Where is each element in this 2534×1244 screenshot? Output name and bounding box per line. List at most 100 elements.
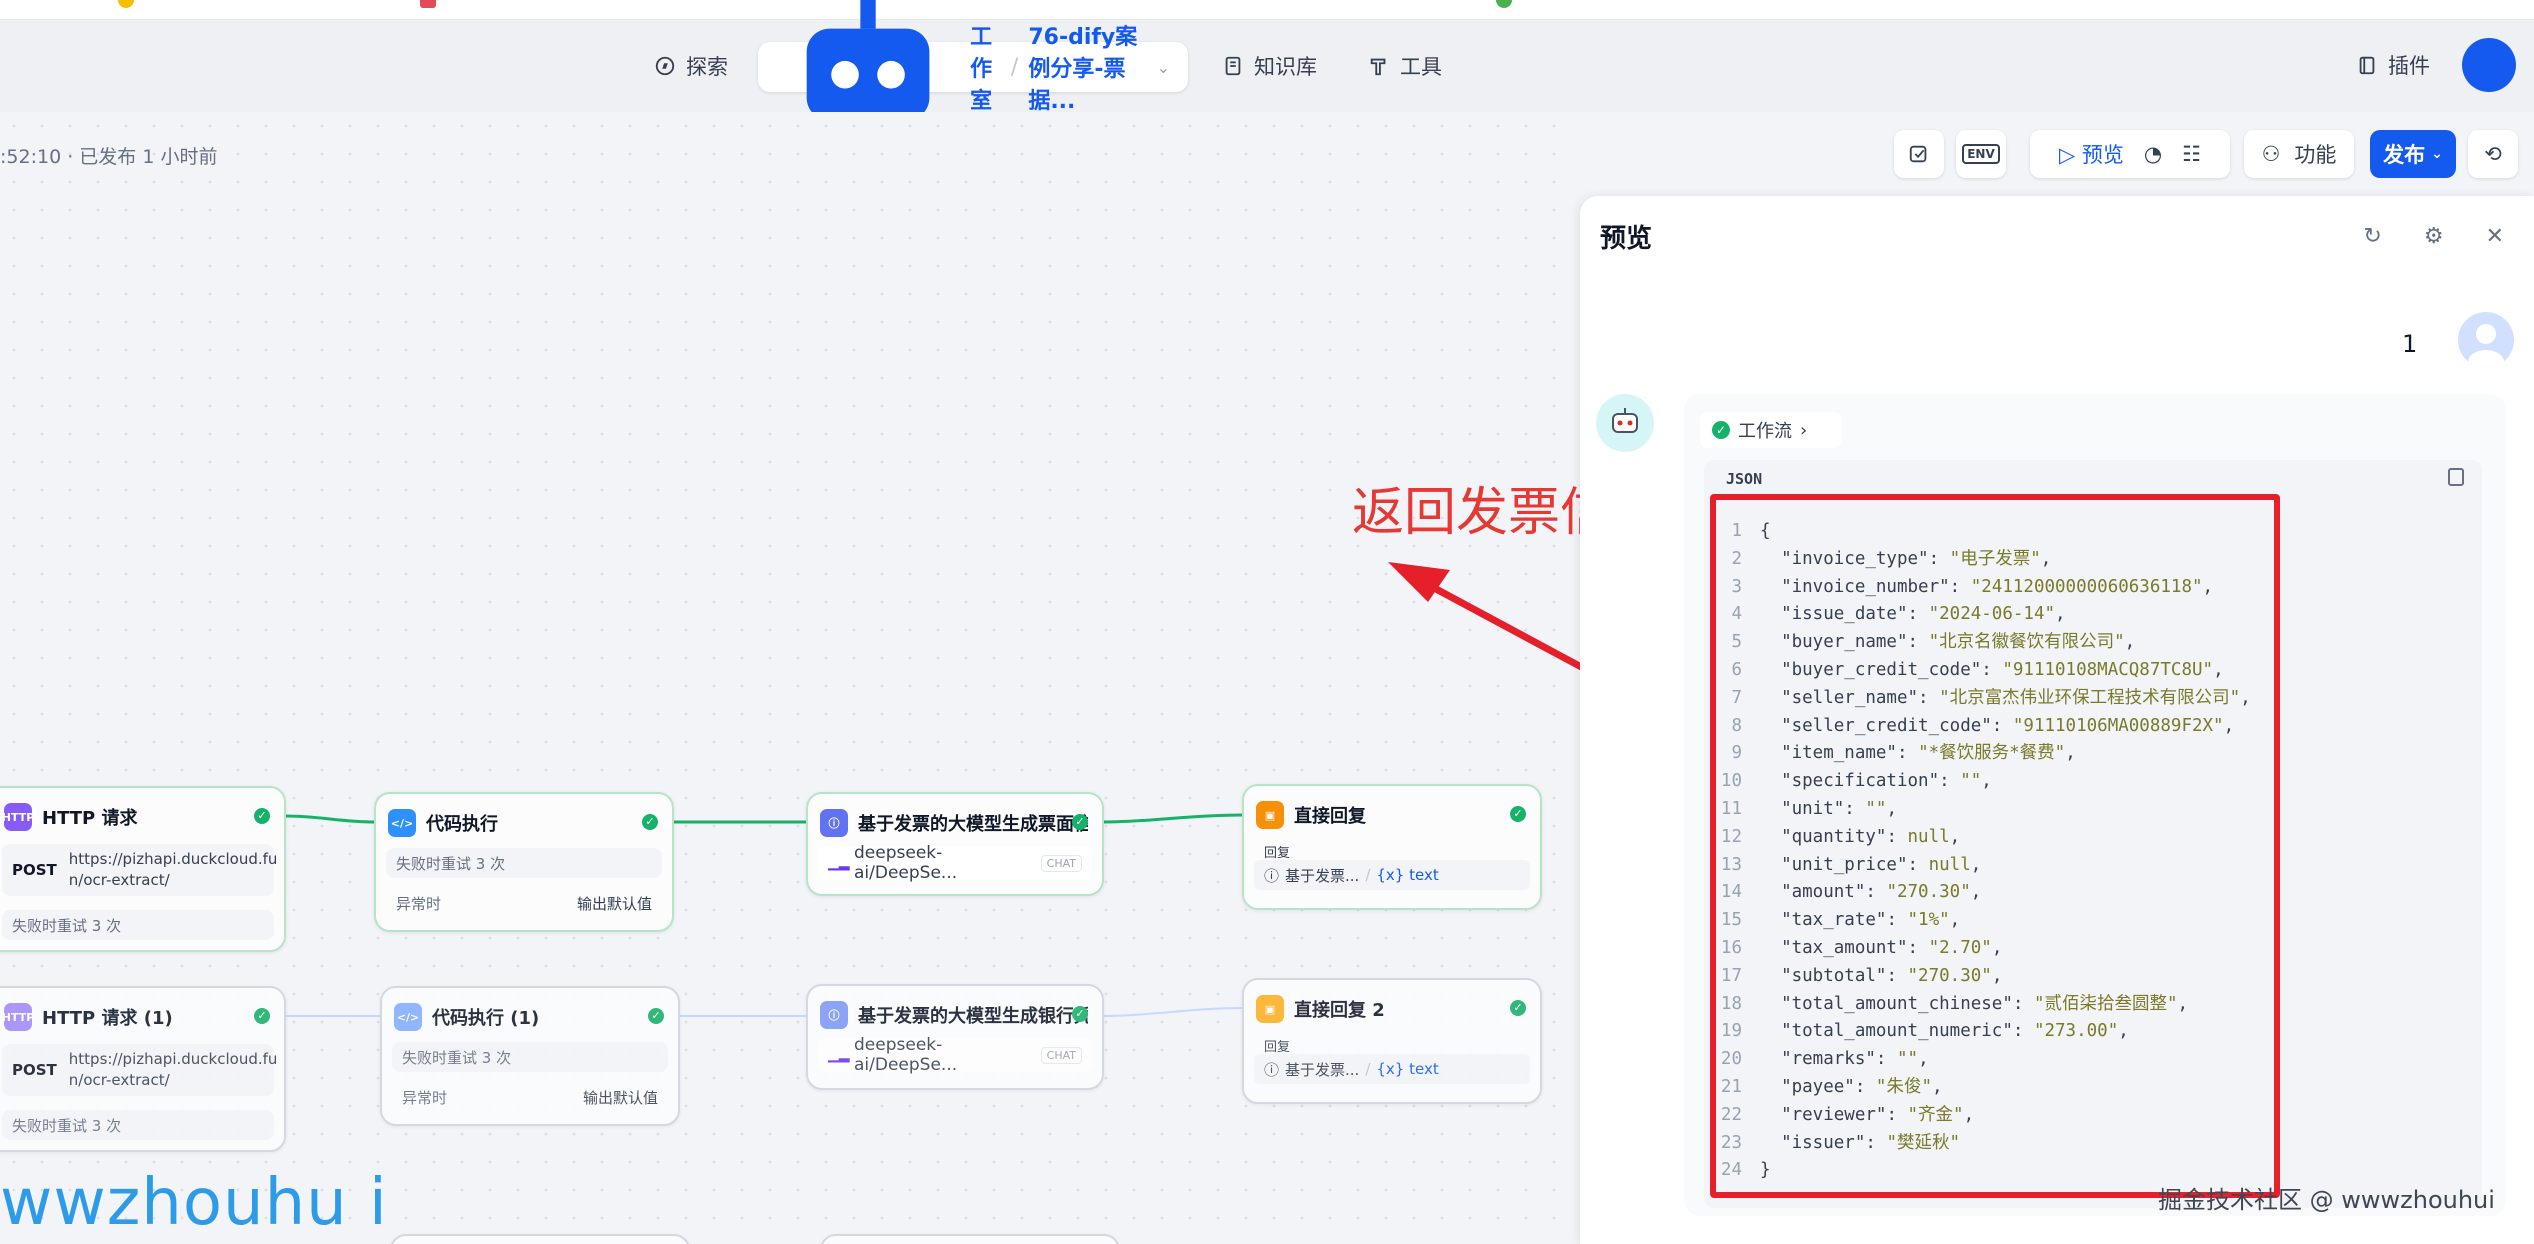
settings-icon[interactable]: ⚙ (2424, 224, 2444, 249)
success-check-icon: ✓ (1510, 1000, 1526, 1016)
features-label: 功能 (2294, 143, 2337, 167)
http-method: POST (12, 861, 57, 879)
checklist-icon (1909, 145, 1927, 163)
workflow-chip-label: 工作流 (1738, 421, 1792, 442)
llm-ref-icon: ⓘ (1264, 866, 1280, 885)
preview-label: 预览 (2081, 143, 2124, 167)
success-check-icon: ✓ (254, 1008, 270, 1024)
annotation-arrow (1408, 571, 1580, 671)
deepseek-icon: ▁▂ (828, 1047, 850, 1063)
reply-ref: 基于发票... (1285, 1060, 1360, 1079)
http-url-line1: https://pizhapi.duckcloud.fu (68, 850, 278, 868)
success-check-icon: ✓ (642, 814, 658, 830)
node-http-request[interactable]: HTTP HTTP 请求 ✓ POST https://pizhapi.duckc… (0, 786, 286, 952)
preview-button[interactable]: ▷ 预览 (2059, 139, 2124, 169)
http-url-line2: n/ocr-extract/ (68, 1071, 170, 1089)
success-check-icon: ✓ (1072, 1006, 1088, 1022)
node-title: HTTP 请求 (42, 808, 138, 829)
publish-label: 发布 (2383, 143, 2426, 167)
features-icon: ⚇ (2261, 142, 2281, 166)
llm-ref-icon: ⓘ (1264, 1060, 1280, 1079)
bot-avatar (1596, 394, 1654, 452)
error-label: 异常时 (402, 1088, 448, 1107)
reply-label: 回复 (1264, 1040, 1291, 1055)
panel-title: 预览 (1600, 224, 1653, 254)
env-button[interactable]: ENV (1956, 130, 2006, 178)
plugins-label: 插件 (2388, 54, 2430, 78)
retry-label: 失败时重试 3 次 (396, 854, 506, 873)
user-avatar (2458, 312, 2514, 368)
model-name: deepseek-ai/DeepSe... (854, 1035, 958, 1075)
node-title: 代码执行 (1) (432, 1008, 540, 1029)
copy-icon[interactable] (2448, 468, 2464, 486)
plugins-button[interactable]: 插件 (2356, 50, 2430, 80)
node-http-request-1[interactable]: HTTP HTTP 请求 (1) ✓ POST https://pizhapi.d… (0, 986, 286, 1152)
node-title: 基于发票的大模型生成银行凭 (858, 1006, 1088, 1027)
plugin-icon (2359, 56, 2375, 75)
node-code-execution-1[interactable]: </> 代码执行 (1) ✓ 失败时重试 3 次 异常时 输出默认值 (380, 986, 680, 1126)
reply-ref: 基于发票... (1285, 866, 1360, 885)
retry-row: 失败时重试 3 次 (2, 1110, 274, 1140)
user-icon (2468, 324, 2504, 368)
version-history-button[interactable]: ⟲ (2468, 130, 2518, 178)
ref-separator: / (1365, 866, 1371, 884)
variables-icon[interactable]: ☷ (2182, 142, 2201, 166)
retry-row: 失败时重试 3 次 (2, 910, 274, 940)
node-title: 代码执行 (426, 814, 498, 835)
node-code-execution[interactable]: </> 代码执行 ✓ 失败时重试 3 次 异常时 输出默认值 (374, 792, 674, 932)
deepseek-icon: ▁▂ (828, 855, 850, 871)
node-direct-reply-2[interactable]: ▣ 直接回复 2 ✓ 回复 ⓘ 基于发票... / {x} text (1242, 978, 1542, 1104)
restart-icon[interactable]: ↻ (2363, 224, 2381, 249)
annotation-highlight-box (1710, 494, 2280, 1198)
reply-var: {x} text (1376, 1060, 1439, 1078)
preview-group: ▷ 预览 ◔ ☷ (2030, 130, 2230, 178)
success-check-icon: ✓ (254, 808, 270, 824)
reply-icon: ▣ (1256, 995, 1284, 1023)
watermark-left: wwzhouhu i (0, 1166, 388, 1240)
error-label: 异常时 (396, 894, 442, 913)
http-icon: HTTP (4, 803, 34, 831)
http-url: https://pizhapi.duckcloud.fu n/ocr-extrac… (69, 849, 278, 891)
node-title: 基于发票的大模型生成票面信 (858, 814, 1088, 835)
publish-button[interactable]: 发布 ⌄ (2370, 130, 2456, 178)
model-row: ▁▂ deepseek-ai/DeepSe... CHAT (818, 1035, 1092, 1075)
reply-variable: ⓘ 基于发票... / {x} text (1254, 1054, 1530, 1084)
node-llm-bank[interactable]: ⓘ 基于发票的大模型生成银行凭 ✓ ▁▂ deepseek-ai/DeepSe..… (806, 984, 1104, 1090)
code-icon: </> (394, 1003, 422, 1031)
http-url-line1: https://pizhapi.duckcloud.fu (68, 1050, 278, 1068)
retry-row: 失败时重试 3 次 (392, 1042, 668, 1072)
node-direct-reply[interactable]: ▣ 直接回复 ✓ 回复 ⓘ 基于发票... / {x} text (1242, 784, 1542, 910)
node-title: 直接回复 2 (1294, 1000, 1385, 1021)
history-icon: ⟲ (2484, 142, 2502, 166)
edge-http1-code1 (284, 814, 376, 824)
chevron-down-icon: ⌄ (2431, 146, 2443, 162)
code-icon: </> (388, 809, 416, 837)
ref-separator: / (1365, 1060, 1371, 1078)
account-avatar[interactable] (2462, 38, 2516, 92)
run-history-icon[interactable]: ◔ (2144, 142, 2162, 166)
http-url: https://pizhapi.duckcloud.fu n/ocr-extrac… (69, 1049, 278, 1091)
success-check-icon: ✓ (1072, 814, 1088, 830)
node-partial[interactable] (820, 1234, 1120, 1244)
http-endpoint: POST https://pizhapi.duckcloud.fu n/ocr-e… (2, 844, 277, 896)
llm-icon: ⓘ (820, 809, 848, 837)
features-button[interactable]: ⚇ 功能 (2244, 130, 2354, 178)
panel-actions: ↻ ⚙ ✕ (2363, 224, 2504, 249)
http-endpoint: POST https://pizhapi.duckcloud.fu n/ocr-e… (2, 1044, 277, 1096)
retry-row: 失败时重试 3 次 (386, 848, 662, 878)
checklist-button[interactable] (1894, 130, 1944, 178)
node-partial[interactable] (390, 1234, 690, 1244)
error-row: 异常时 输出默认值 (392, 1082, 668, 1112)
close-icon[interactable]: ✕ (2486, 224, 2504, 249)
node-title: 直接回复 (1294, 806, 1366, 827)
watermark-right: 掘金技术社区 @ wwwzhouhui (2158, 1186, 2495, 1214)
error-value: 输出默认值 (582, 1088, 658, 1107)
http-icon: HTTP (4, 1003, 34, 1031)
reply-icon: ▣ (1256, 801, 1284, 829)
llm-icon: ⓘ (820, 1001, 848, 1029)
retry-label: 失败时重试 3 次 (402, 1048, 512, 1067)
workflow-trace-chip[interactable]: ✓ 工作流 › (1700, 412, 1842, 448)
user-message: 1 (2402, 330, 2418, 358)
node-llm-invoice[interactable]: ⓘ 基于发票的大模型生成票面信 ✓ ▁▂ deepseek-ai/DeepSe..… (806, 792, 1104, 896)
chevron-right-icon: › (1800, 419, 1808, 441)
